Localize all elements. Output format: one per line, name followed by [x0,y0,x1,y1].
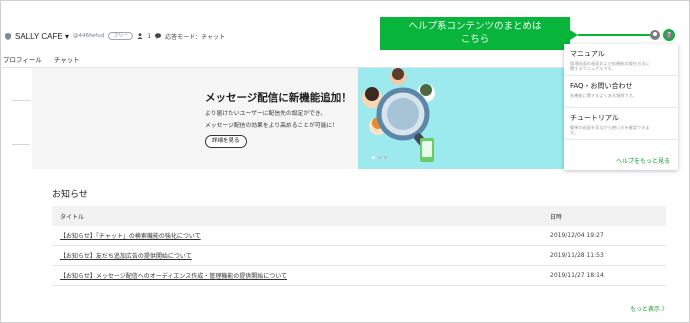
help-item-title: FAQ・お問い合わせ [570,82,633,90]
plan-badge: フリー [108,32,134,40]
carousel-dots[interactable] [372,156,387,159]
help-item-title: チュートリアル [570,114,619,122]
table-row[interactable]: 【お知らせ】メッセージ配信へのオーディエンス作成・管理機能の提供開始について 2… [52,266,666,286]
shield-icon [5,32,11,40]
news-link[interactable]: 【お知らせ】「チャット」の検索機能の強化について [52,231,542,240]
news-date: 2019/11/28 11:53 [550,252,604,259]
banner-detail-button[interactable]: 詳細を見る [205,135,247,148]
response-mode[interactable]: 応答モード：チャット [165,32,225,41]
banner-illustration [358,68,565,169]
profile-icon[interactable] [650,30,660,40]
help-item-desc: 簡単の画面を見ながら使い方を確認できま す。 [570,125,650,135]
account-switcher[interactable]: SALLY CAFE ▾ [15,32,69,41]
news-link[interactable]: 【お知らせ】友だち追加広告の提供開始について [52,251,542,260]
member-icon [137,33,143,39]
col-title-header: タイトル [60,213,85,221]
help-item-faq[interactable]: FAQ・お問い合わせ 各機能に関するよくある質問です。 [564,76,678,108]
col-date-header: 日時 [550,213,563,221]
chat-mode-icon [155,33,162,39]
help-item-title: マニュアル [570,50,605,58]
member-count: 1 [147,32,152,40]
account-id: @446fwfud [72,33,105,39]
magnifier-people-illustration [362,68,435,162]
news-date: 2019/12/04 19:27 [550,232,604,239]
main-nav: プロフィール チャット [0,51,80,67]
news-date: 2019/11/27 18:14 [550,272,604,279]
help-icon[interactable]: ? [663,29,675,41]
help-item-desc: 管理画面の画面および各機能の操作方法に 関するマニュアルです。 [570,61,650,71]
help-more-link[interactable]: ヘルプをもっと見る [616,156,670,165]
news-heading: お知らせ [52,190,88,200]
news-more-link[interactable]: もっと表示 〉 [630,304,668,313]
banner-title: メッセージ配信に新機能追加！ [205,92,352,104]
help-callout-text: ヘルプ系コンテンツのまとめは こちら [408,21,542,45]
table-row[interactable]: 【お知らせ】「チャット」の検索機能の強化について 2019/12/04 19:2… [52,226,666,246]
help-item-manual[interactable]: マニュアル 管理画面の画面および各機能の操作方法に 関するマニュアルです。 [564,44,678,76]
banner-body: より届けたいユーザーに配信先の設定ができ、 メッセージ配信の効果をより高めること… [205,111,339,129]
nav-item-profile[interactable]: プロフィール [3,54,42,64]
help-dropdown: マニュアル 管理画面の画面および各機能の操作方法に 関するマニュアルです。 FA… [564,44,678,170]
side-dividers [12,100,30,188]
news-link[interactable]: 【お知らせ】メッセージ配信へのオーディエンス作成・管理機能の提供開始について [52,271,542,280]
news-table-header: タイトル 日時 [52,206,666,226]
help-callout-arrowhead [570,30,578,40]
help-callout-line [578,34,658,36]
help-callout: ヘルプ系コンテンツのまとめは こちら [380,17,570,50]
table-row[interactable]: 【お知らせ】友だち追加広告の提供開始について 2019/11/28 11:53 [52,246,666,266]
help-item-tutorial[interactable]: チュートリアル 簡単の画面を見ながら使い方を確認できま す。 [564,108,678,140]
nav-item-chat[interactable]: チャット [54,54,80,64]
promo-banner[interactable]: メッセージ配信に新機能追加！ より届けたいユーザーに配信先の設定ができ、 メッセ… [32,68,565,169]
help-item-desc: 各機能に関するよくある質問です。 [570,93,637,98]
news-table: タイトル 日時 【お知らせ】「チャット」の検索機能の強化について 2019/12… [52,206,666,286]
